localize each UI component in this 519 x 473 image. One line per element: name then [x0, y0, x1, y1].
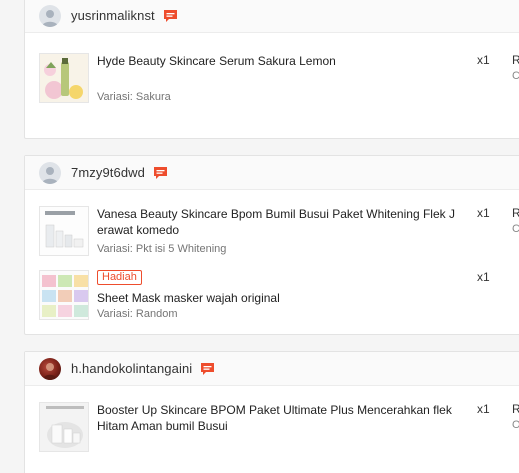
item-quantity: x1 — [477, 270, 490, 284]
chat-icon[interactable] — [200, 362, 215, 376]
user-avatar-icon[interactable] — [39, 161, 61, 184]
user-avatar-icon[interactable] — [39, 357, 61, 380]
product-variation: Variasi: Sakura — [97, 91, 171, 103]
product-variation: Variasi: Pkt isi 5 Whitening — [97, 243, 227, 255]
truncated-column-subtext: C — [512, 223, 519, 235]
truncated-column-subtext: C — [512, 70, 519, 82]
chat-icon[interactable] — [163, 9, 178, 23]
product-variation: Variasi: Random — [97, 308, 178, 320]
truncated-column-subtext: O — [512, 419, 519, 431]
truncated-column-text: R — [512, 206, 519, 220]
order-card-header: 7mzy9t6dwd — [25, 156, 519, 190]
item-quantity: x1 — [477, 206, 490, 220]
order-item[interactable]: Hyde Beauty Skincare Serum Sakura Lemon … — [39, 53, 519, 105]
product-thumbnail[interactable] — [39, 53, 89, 103]
user-avatar-icon[interactable] — [39, 4, 61, 27]
order-card: 7mzy9t6dwd Vanesa Beauty Skincare Bpom B… — [24, 155, 519, 335]
truncated-column-text: R — [512, 53, 519, 67]
product-name[interactable]: Vanesa Beauty Skincare Bpom Bumil Busui … — [97, 206, 473, 238]
buyer-username[interactable]: h.handokolintangaini — [71, 361, 192, 376]
order-card: yusrinmaliknst Hyde Beauty Skincare Seru… — [24, 0, 519, 139]
order-card-header: yusrinmaliknst — [25, 0, 519, 33]
product-name[interactable]: Booster Up Skincare BPOM Paket Ultimate … — [97, 402, 473, 434]
order-item[interactable]: Hadiah Sheet Mask masker wajah original … — [39, 270, 519, 322]
order-item[interactable]: Booster Up Skincare BPOM Paket Ultimate … — [39, 402, 519, 454]
gift-badge: Hadiah — [97, 270, 142, 285]
order-card: h.handokolintangaini Booster Up Skincare… — [24, 351, 519, 473]
product-thumbnail[interactable] — [39, 402, 89, 452]
product-thumbnail[interactable] — [39, 206, 89, 256]
product-name[interactable]: Hyde Beauty Skincare Serum Sakura Lemon — [97, 53, 473, 69]
item-quantity: x1 — [477, 402, 490, 416]
buyer-username[interactable]: yusrinmaliknst — [71, 8, 155, 23]
item-quantity: x1 — [477, 53, 490, 67]
order-list: yusrinmaliknst Hyde Beauty Skincare Seru… — [0, 0, 519, 473]
truncated-column-text: R — [512, 402, 519, 416]
chat-icon[interactable] — [153, 166, 168, 180]
product-name[interactable]: Sheet Mask masker wajah original — [97, 290, 473, 306]
order-item[interactable]: Vanesa Beauty Skincare Bpom Bumil Busui … — [39, 206, 519, 258]
buyer-username[interactable]: 7mzy9t6dwd — [71, 165, 145, 180]
product-thumbnail[interactable] — [39, 270, 89, 320]
order-card-header: h.handokolintangaini — [25, 352, 519, 386]
